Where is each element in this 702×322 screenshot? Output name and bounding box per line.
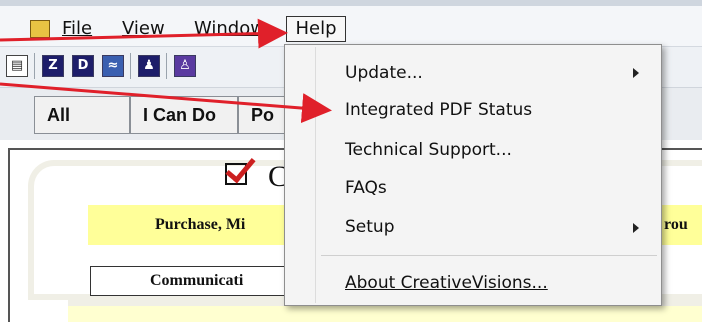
d-icon[interactable]: D <box>72 55 94 77</box>
menu-item-technical-support[interactable]: Technical Support... <box>345 140 512 160</box>
tab-all[interactable]: All <box>34 96 130 134</box>
menu-item-integrated-pdf-status[interactable]: Integrated PDF Status <box>345 100 532 120</box>
help-dropdown-menu: Update... Integrated PDF Status Technica… <box>284 44 662 306</box>
menu-bar: File View Window Help <box>0 6 702 47</box>
person-icon[interactable]: ♟ <box>138 55 160 77</box>
submenu-arrow-icon <box>633 223 639 233</box>
user-icon[interactable]: ♙ <box>174 55 196 77</box>
checkmark-icon <box>225 151 256 185</box>
menu-file[interactable]: File <box>62 18 92 39</box>
menu-item-update[interactable]: Update... <box>345 63 423 83</box>
menu-item-about[interactable]: About CreativeVisions... <box>345 273 548 293</box>
menu-help[interactable]: Help <box>286 16 346 42</box>
menu-item-faqs[interactable]: FAQs <box>345 178 387 198</box>
purchase-text: Purchase, Mi <box>155 216 246 233</box>
menu-view[interactable]: View <box>122 18 165 39</box>
chart-icon[interactable]: ≈ <box>102 55 124 77</box>
menu-separator <box>321 255 657 256</box>
toolbar-separator <box>34 53 35 79</box>
toolbar-separator <box>130 53 131 79</box>
purchase-text-right: rou <box>664 216 688 233</box>
tab-i-can-do[interactable]: I Can Do <box>130 96 238 134</box>
document-icon[interactable]: ▤ <box>6 55 28 77</box>
menu-item-setup[interactable]: Setup <box>345 217 394 237</box>
menu-gutter <box>315 47 316 303</box>
toolbar-separator <box>166 53 167 79</box>
list-icon[interactable]: Z <box>42 55 64 77</box>
menu-window[interactable]: Window <box>194 18 265 39</box>
communication-text: Communicati <box>150 272 244 289</box>
submenu-arrow-icon <box>633 68 639 78</box>
app-icon <box>30 20 50 38</box>
